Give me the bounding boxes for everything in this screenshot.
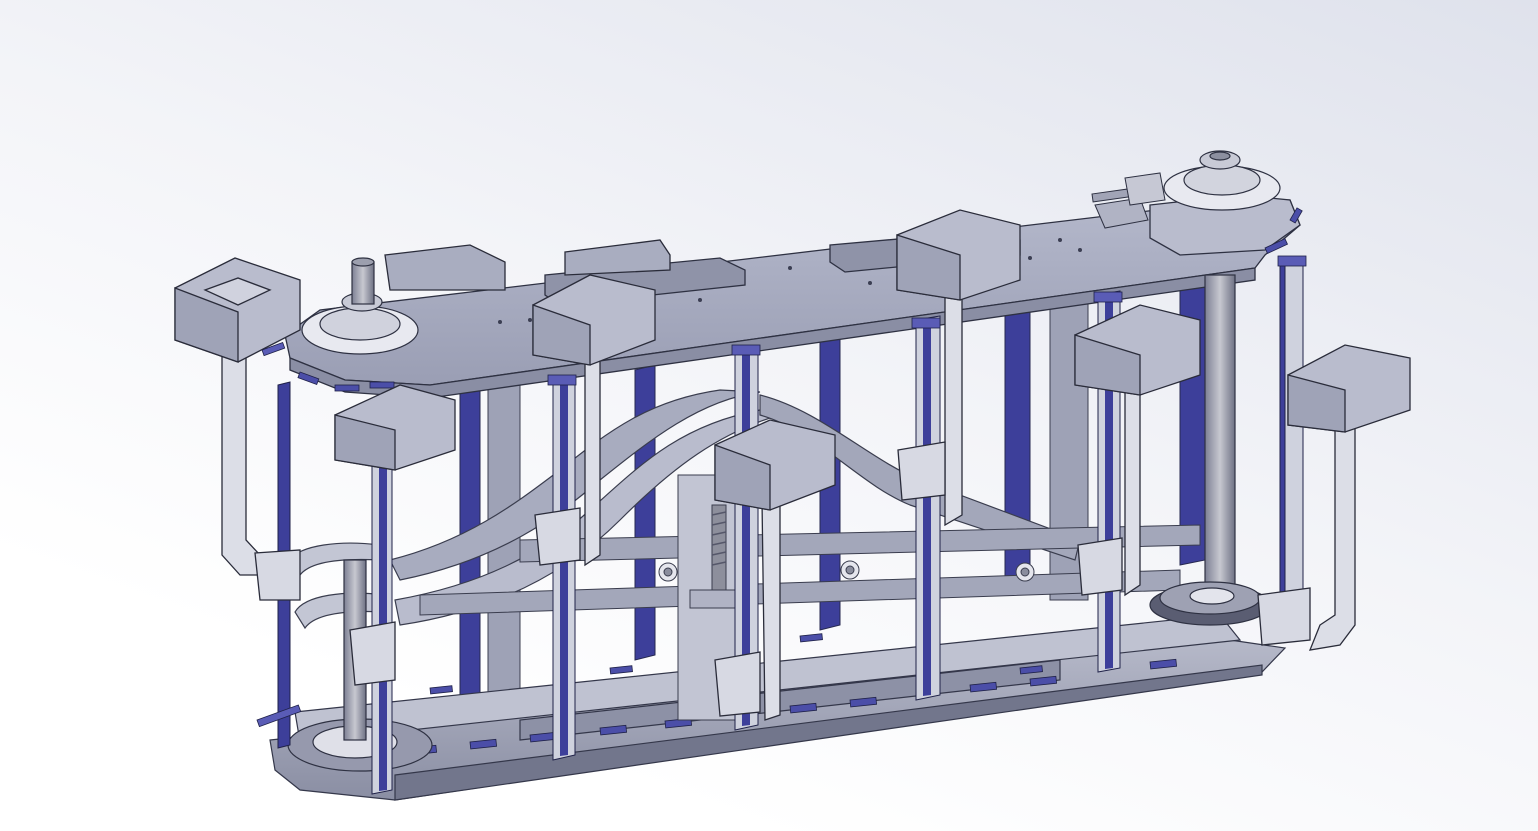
carrier-2 [334, 384, 456, 686]
carrier-5 [896, 209, 1021, 527]
cad-viewport[interactable] [0, 0, 1538, 831]
right-bearing-housing [1163, 150, 1281, 211]
conveyor-assembly-model [174, 150, 1411, 801]
